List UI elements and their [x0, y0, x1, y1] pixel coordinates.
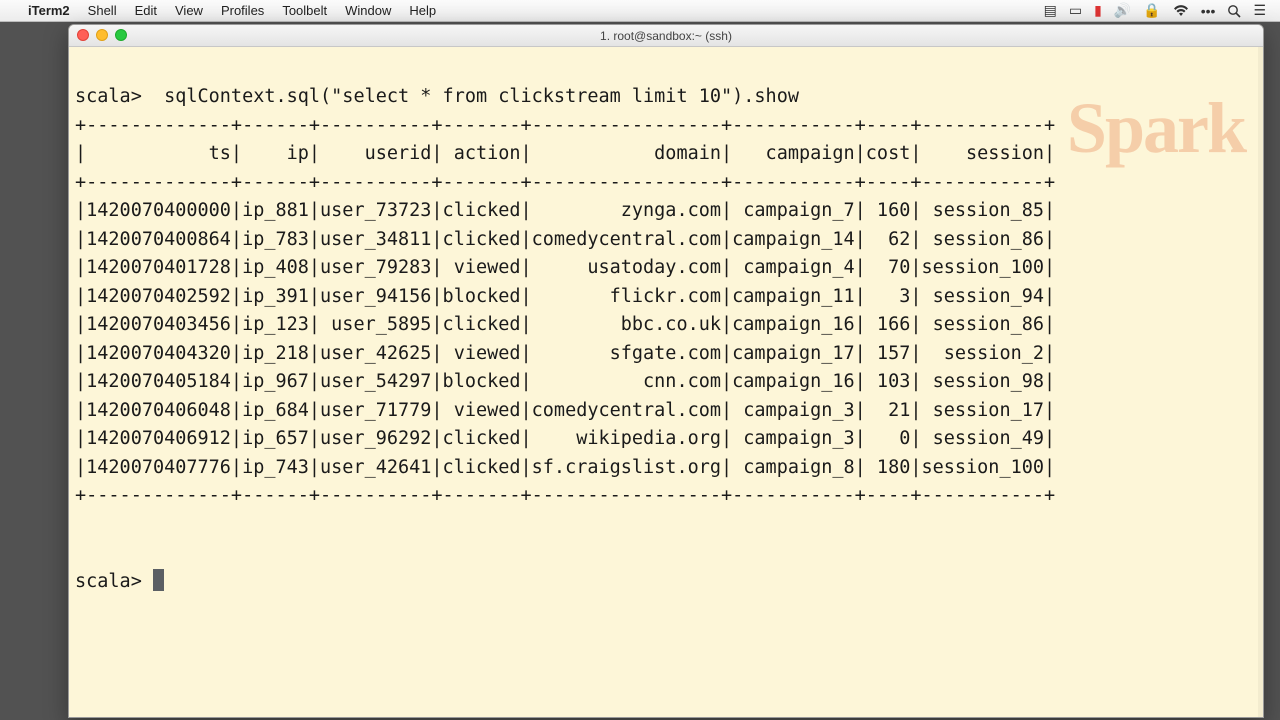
spotlight-icon[interactable]	[1221, 4, 1247, 18]
window-minimize-button[interactable]	[96, 29, 108, 41]
menu-edit[interactable]: Edit	[126, 3, 166, 18]
notifications-icon[interactable]: ☰	[1247, 2, 1272, 19]
menu-shell[interactable]: Shell	[79, 3, 126, 18]
display-icon[interactable]: ▭	[1063, 2, 1088, 19]
menubar-status-area: ▤ ▭ ▮ 🔊 🔒 ••• ☰	[1038, 2, 1272, 19]
terminal-window: 1. root@sandbox:~ (ssh) Spark scala> sql…	[68, 24, 1264, 718]
overflow-icon[interactable]: •••	[1195, 3, 1222, 19]
window-titlebar[interactable]: 1. root@sandbox:~ (ssh)	[69, 25, 1263, 47]
window-close-button[interactable]	[77, 29, 89, 41]
terminal-cursor	[153, 569, 164, 591]
window-zoom-button[interactable]	[115, 29, 127, 41]
status-icon-2[interactable]: ▮	[1088, 2, 1108, 19]
menu-window[interactable]: Window	[336, 3, 400, 18]
menu-help[interactable]: Help	[400, 3, 445, 18]
window-title: 1. root@sandbox:~ (ssh)	[600, 29, 732, 43]
status-icon-1[interactable]: ▤	[1038, 2, 1063, 19]
lock-icon[interactable]: 🔒	[1137, 2, 1166, 19]
terminal-content[interactable]: scala> sqlContext.sql("select * from cli…	[69, 47, 1258, 717]
volume-icon[interactable]: 🔊	[1108, 2, 1137, 19]
macos-menubar: iTerm2 Shell Edit View Profiles Toolbelt…	[0, 0, 1280, 22]
wifi-icon[interactable]	[1167, 5, 1195, 17]
menu-toolbelt[interactable]: Toolbelt	[273, 3, 336, 18]
scrollbar[interactable]	[1258, 47, 1263, 717]
menu-view[interactable]: View	[166, 3, 212, 18]
menu-profiles[interactable]: Profiles	[212, 3, 273, 18]
app-menu[interactable]: iTerm2	[19, 3, 79, 18]
